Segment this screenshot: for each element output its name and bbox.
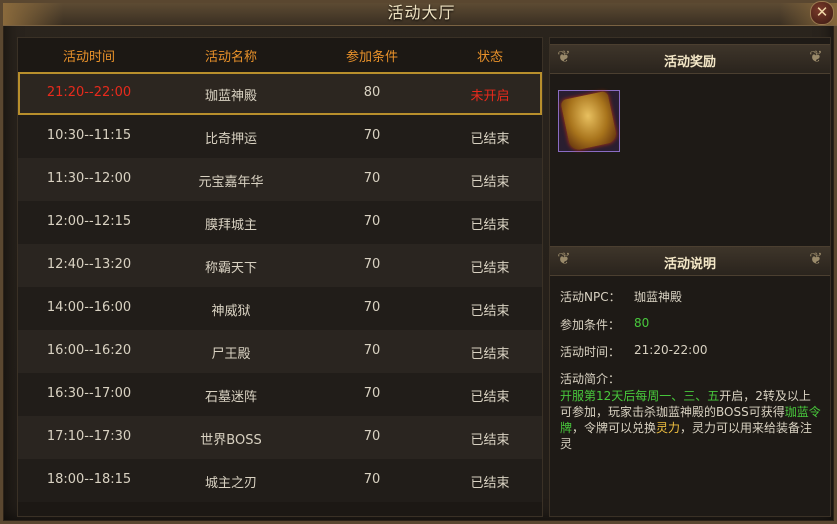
title-bar: 活动大厅 ✕ bbox=[3, 1, 837, 26]
activity-table: 活动时间 活动名称 参加条件 状态 21:20--22:00 珈蓝神殿 80 未… bbox=[17, 37, 543, 517]
row-time: 11:30--12:00 bbox=[46, 171, 132, 186]
row-level: 70 bbox=[363, 429, 381, 444]
row-level: 80 bbox=[363, 85, 381, 100]
reward-item-slot[interactable] bbox=[558, 90, 620, 152]
row-name: 珈蓝神殿 bbox=[204, 89, 257, 104]
row-name: 膜拜城主 bbox=[204, 218, 257, 233]
table-row[interactable]: 12:40--13:20 称霸天下 70 已结束 bbox=[18, 244, 542, 287]
row-time: 10:30--11:15 bbox=[46, 128, 132, 143]
row-level: 70 bbox=[363, 214, 381, 229]
row-name: 城主之刃 bbox=[204, 476, 257, 491]
reward-header: ❦ 活动奖励 ❦ bbox=[550, 44, 830, 74]
row-status: 已结束 bbox=[470, 433, 510, 448]
row-time: 12:40--13:20 bbox=[46, 257, 132, 272]
row-time: 18:00--18:15 bbox=[46, 472, 132, 487]
table-row[interactable]: 16:00--16:20 尸王殿 70 已结束 bbox=[18, 330, 542, 373]
row-status: 已结束 bbox=[470, 476, 510, 491]
row-level: 70 bbox=[363, 171, 381, 186]
row-level: 70 bbox=[363, 257, 381, 272]
row-time: 17:10--17:30 bbox=[46, 429, 132, 444]
row-name: 元宝嘉年华 bbox=[198, 175, 264, 190]
row-status: 未开启 bbox=[470, 89, 510, 104]
table-row[interactable]: 10:30--11:15 比奇押运 70 已结束 bbox=[18, 115, 542, 158]
table-row[interactable]: 12:00--12:15 膜拜城主 70 已结束 bbox=[18, 201, 542, 244]
time-label: 活动时间： bbox=[560, 345, 621, 359]
row-status: 已结束 bbox=[470, 132, 510, 147]
intro-text-part: ，令牌可以兑换 bbox=[572, 421, 657, 435]
table-row[interactable]: 14:00--16:00 神威狱 70 已结束 bbox=[18, 287, 542, 330]
intro-spirit-name: 灵力 bbox=[656, 421, 681, 435]
condition-row: 参加条件： 80 bbox=[560, 316, 649, 333]
condition-label: 参加条件： bbox=[560, 318, 621, 332]
row-time: 16:00--16:20 bbox=[46, 343, 132, 358]
npc-row: 活动NPC： 珈蓝神殿 bbox=[560, 288, 682, 305]
window-title: 活动大厅 bbox=[387, 3, 456, 22]
row-status: 已结束 bbox=[470, 390, 510, 405]
activity-detail-panel: ❦ 活动奖励 ❦ ❦ 活动说明 ❦ 活动NPC： 珈蓝神殿 参加条件： 80 活… bbox=[549, 37, 831, 517]
activity-hall-window: 活动大厅 ✕ 活动时间 活动名称 参加条件 状态 21:20--22:00 珈蓝… bbox=[0, 0, 837, 524]
row-name: 称霸天下 bbox=[204, 261, 257, 276]
reward-title: 活动奖励 bbox=[663, 55, 716, 70]
row-time: 16:30--17:00 bbox=[46, 386, 132, 401]
intro-label: 活动简介： bbox=[560, 372, 621, 386]
intro-highlight: 开服第12天后每周一、三、五 bbox=[560, 389, 720, 403]
table-header: 活动时间 活动名称 参加条件 状态 bbox=[18, 38, 542, 72]
condition-value: 80 bbox=[634, 316, 650, 330]
row-status: 已结束 bbox=[470, 175, 510, 190]
row-status: 已结束 bbox=[470, 261, 510, 276]
corner-ornament-icon: ❦ bbox=[809, 47, 823, 66]
row-level: 70 bbox=[363, 343, 381, 358]
table-row[interactable]: 17:10--17:30 世界BOSS 70 已结束 bbox=[18, 416, 542, 459]
row-level: 70 bbox=[363, 128, 381, 143]
row-name: 比奇押运 bbox=[204, 132, 257, 147]
close-button[interactable]: ✕ bbox=[810, 1, 834, 25]
row-level: 70 bbox=[363, 472, 381, 487]
table-row[interactable]: 16:30--17:00 石墓迷阵 70 已结束 bbox=[18, 373, 542, 416]
gold-token-icon bbox=[560, 90, 618, 152]
row-level: 70 bbox=[363, 386, 381, 401]
corner-ornament-icon: ❦ bbox=[809, 249, 823, 268]
intro-text: 开服第12天后每周一、三、五开启，2转及以上可参加，玩家击杀珈蓝神殿的BOSS可… bbox=[560, 388, 822, 452]
header-status: 状态 bbox=[476, 50, 503, 65]
row-name: 尸王殿 bbox=[211, 347, 251, 362]
row-name: 世界BOSS bbox=[200, 433, 262, 448]
time-value: 21:20-22:00 bbox=[634, 343, 708, 357]
row-time: 12:00--12:15 bbox=[46, 214, 132, 229]
npc-value: 珈蓝神殿 bbox=[634, 290, 683, 304]
detail-title: 活动说明 bbox=[663, 257, 716, 272]
time-row: 活动时间： 21:20-22:00 bbox=[560, 343, 708, 360]
table-row[interactable]: 21:20--22:00 珈蓝神殿 80 未开启 bbox=[18, 72, 542, 115]
row-time: 14:00--16:00 bbox=[46, 300, 132, 315]
row-name: 石墓迷阵 bbox=[204, 390, 257, 405]
table-row[interactable]: 18:00--18:15 城主之刃 70 已结束 bbox=[18, 459, 542, 502]
npc-label: 活动NPC： bbox=[560, 290, 621, 304]
header-time: 活动时间 bbox=[62, 50, 115, 65]
row-time: 21:20--22:00 bbox=[46, 85, 132, 100]
table-row[interactable]: 11:30--12:00 元宝嘉年华 70 已结束 bbox=[18, 158, 542, 201]
row-level: 70 bbox=[363, 300, 381, 315]
detail-header: ❦ 活动说明 ❦ bbox=[550, 246, 830, 276]
header-name: 活动名称 bbox=[204, 50, 257, 65]
row-status: 已结束 bbox=[470, 304, 510, 319]
row-status: 已结束 bbox=[470, 347, 510, 362]
row-name: 神威狱 bbox=[211, 304, 251, 319]
header-condition: 参加条件 bbox=[345, 50, 398, 65]
row-status: 已结束 bbox=[470, 218, 510, 233]
